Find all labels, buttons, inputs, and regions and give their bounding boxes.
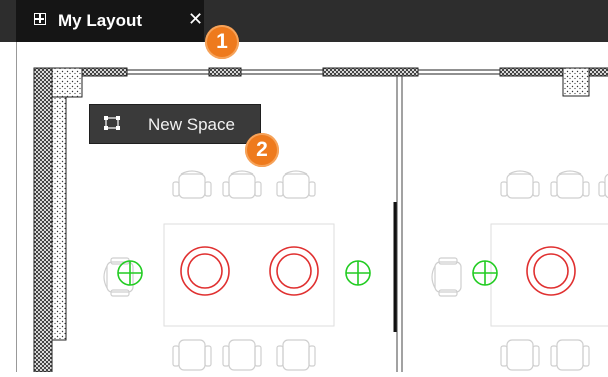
new-space-label: New Space: [148, 115, 235, 134]
chairs-bottom-right: [500, 339, 590, 371]
top-wall: [33, 67, 608, 98]
callout-badge-1: 1: [205, 25, 239, 59]
document-tab-bar: My Layout ✕: [0, 0, 608, 42]
tab-my-layout[interactable]: My Layout ✕: [16, 0, 204, 42]
chair-side-right: [431, 257, 462, 297]
tab-title: My Layout: [58, 11, 143, 30]
close-icon[interactable]: ✕: [188, 9, 203, 30]
chairs-bottom-left: [172, 339, 316, 371]
table-symbols-right: [526, 246, 576, 296]
left-wall: [33, 67, 67, 373]
conference-table-left: [163, 223, 335, 327]
conference-table-right: [490, 223, 608, 327]
floor-plan-drawing: [33, 67, 608, 373]
room-partition: [393, 76, 403, 372]
chairs-top-right: [500, 170, 608, 199]
chairs-top-left: [172, 170, 316, 199]
crosshairs-right: [472, 260, 498, 286]
callout-badge-2: 2: [245, 133, 279, 167]
crosshairs-left: [117, 260, 371, 286]
floor-plan-canvas[interactable]: New Space: [16, 42, 608, 373]
layout-icon: [34, 13, 46, 25]
table-symbols-left: [180, 246, 319, 296]
new-space-tooltip[interactable]: New Space: [89, 104, 261, 144]
space-bracket-icon: [104, 116, 120, 130]
